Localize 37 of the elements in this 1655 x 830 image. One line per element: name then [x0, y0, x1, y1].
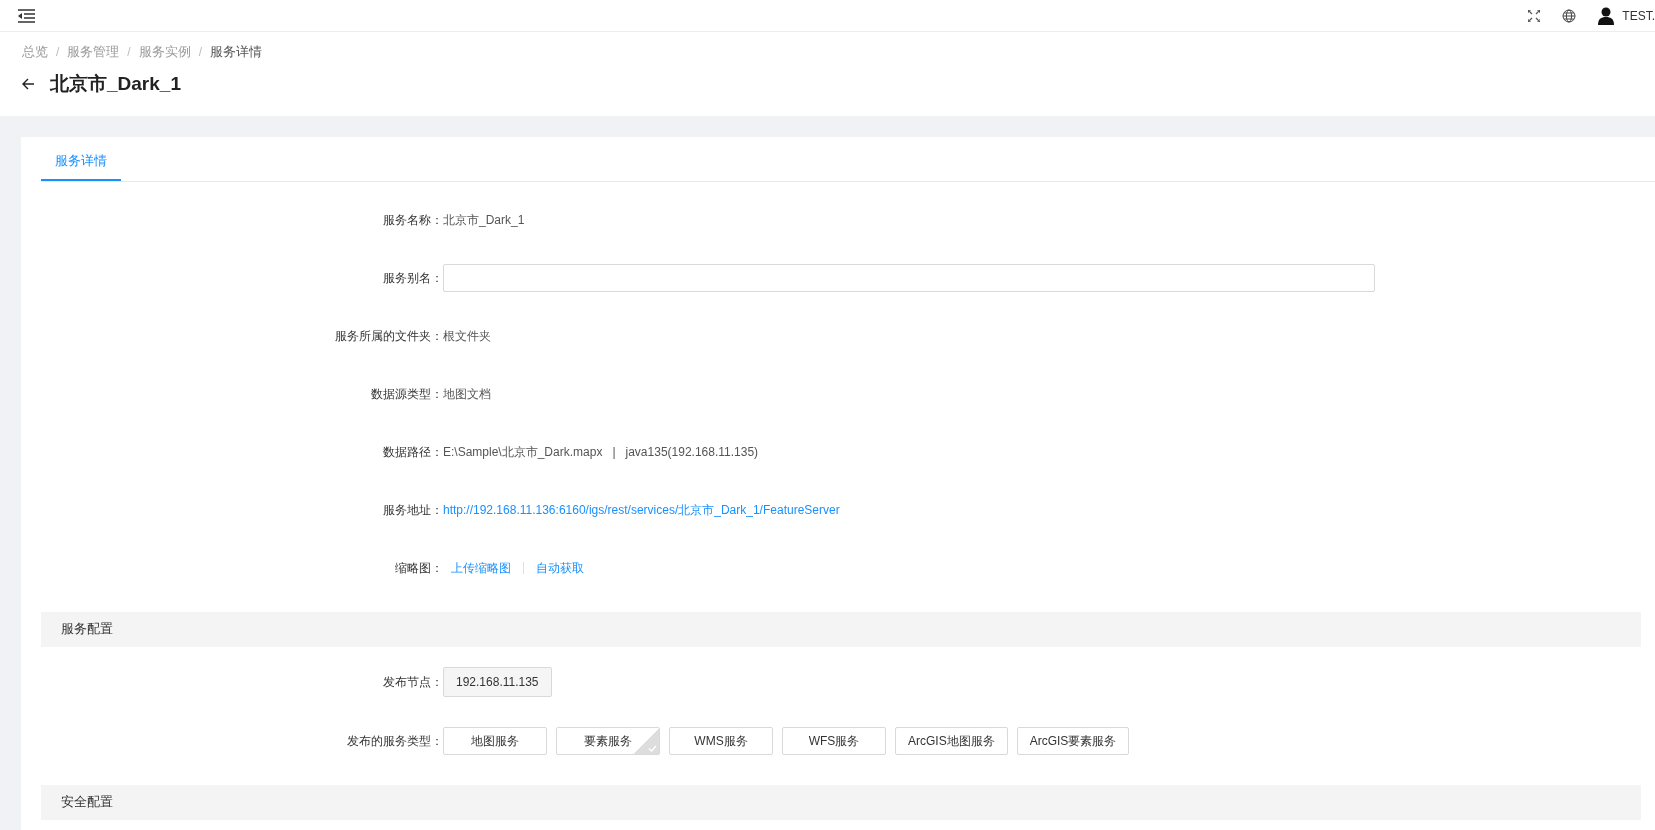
field-value: 根文件夹: [443, 327, 491, 345]
service-type-option[interactable]: WFS服务: [782, 726, 886, 755]
field-value: java135(192.168.11.135): [625, 443, 759, 461]
breadcrumb-current: 服务详情: [210, 43, 263, 61]
menu-icon[interactable]: [18, 6, 35, 25]
field-value: 地图文档: [443, 385, 491, 403]
field-label: 缩略图：: [394, 559, 443, 577]
user-name[interactable]: TEST.: [1622, 6, 1655, 25]
field-label: 服务别名：: [382, 269, 443, 287]
field-label: 数据路径：: [382, 443, 443, 461]
breadcrumb-separator: /: [198, 43, 203, 61]
section-header: 安全配置: [41, 784, 1641, 820]
separator: |: [612, 443, 616, 461]
node-button[interactable]: 192.168.11.135: [443, 666, 552, 697]
user-icon[interactable]: [1598, 6, 1615, 25]
field-value: E:\Sample\北京市_Dark.mapx: [443, 443, 603, 461]
page-title: 北京市_Dark_1: [50, 71, 181, 96]
service-type-option[interactable]: WMS服务: [669, 726, 773, 755]
check-icon: [648, 744, 657, 752]
service-type-option[interactable]: ArcGIS地图服务: [895, 726, 1008, 755]
section-header: 服务配置: [41, 611, 1641, 647]
field-label: 发布的服务类型：: [346, 732, 443, 750]
field-label: 服务名称：: [382, 211, 443, 229]
input-field[interactable]: [443, 263, 1375, 292]
fullscreen-icon[interactable]: [1528, 9, 1541, 22]
service-type-option[interactable]: 要素服务: [556, 726, 660, 755]
field-label: 服务地址：: [382, 501, 443, 519]
globe-icon[interactable]: [1562, 8, 1577, 23]
breadcrumb-separator: /: [127, 43, 131, 61]
service-type-option[interactable]: 地图服务: [443, 726, 547, 755]
field-label: 发布节点：: [382, 673, 443, 691]
service-type-option[interactable]: ArcGIS要素服务: [1016, 726, 1130, 755]
back-arrow-icon[interactable]: [22, 77, 34, 90]
field-value: 北京市_Dark_1: [443, 211, 525, 229]
breadcrumb-separator: /: [56, 43, 60, 61]
field-label: 数据源类型：: [370, 385, 443, 403]
field-label: 服务所属的文件夹：: [334, 327, 443, 345]
